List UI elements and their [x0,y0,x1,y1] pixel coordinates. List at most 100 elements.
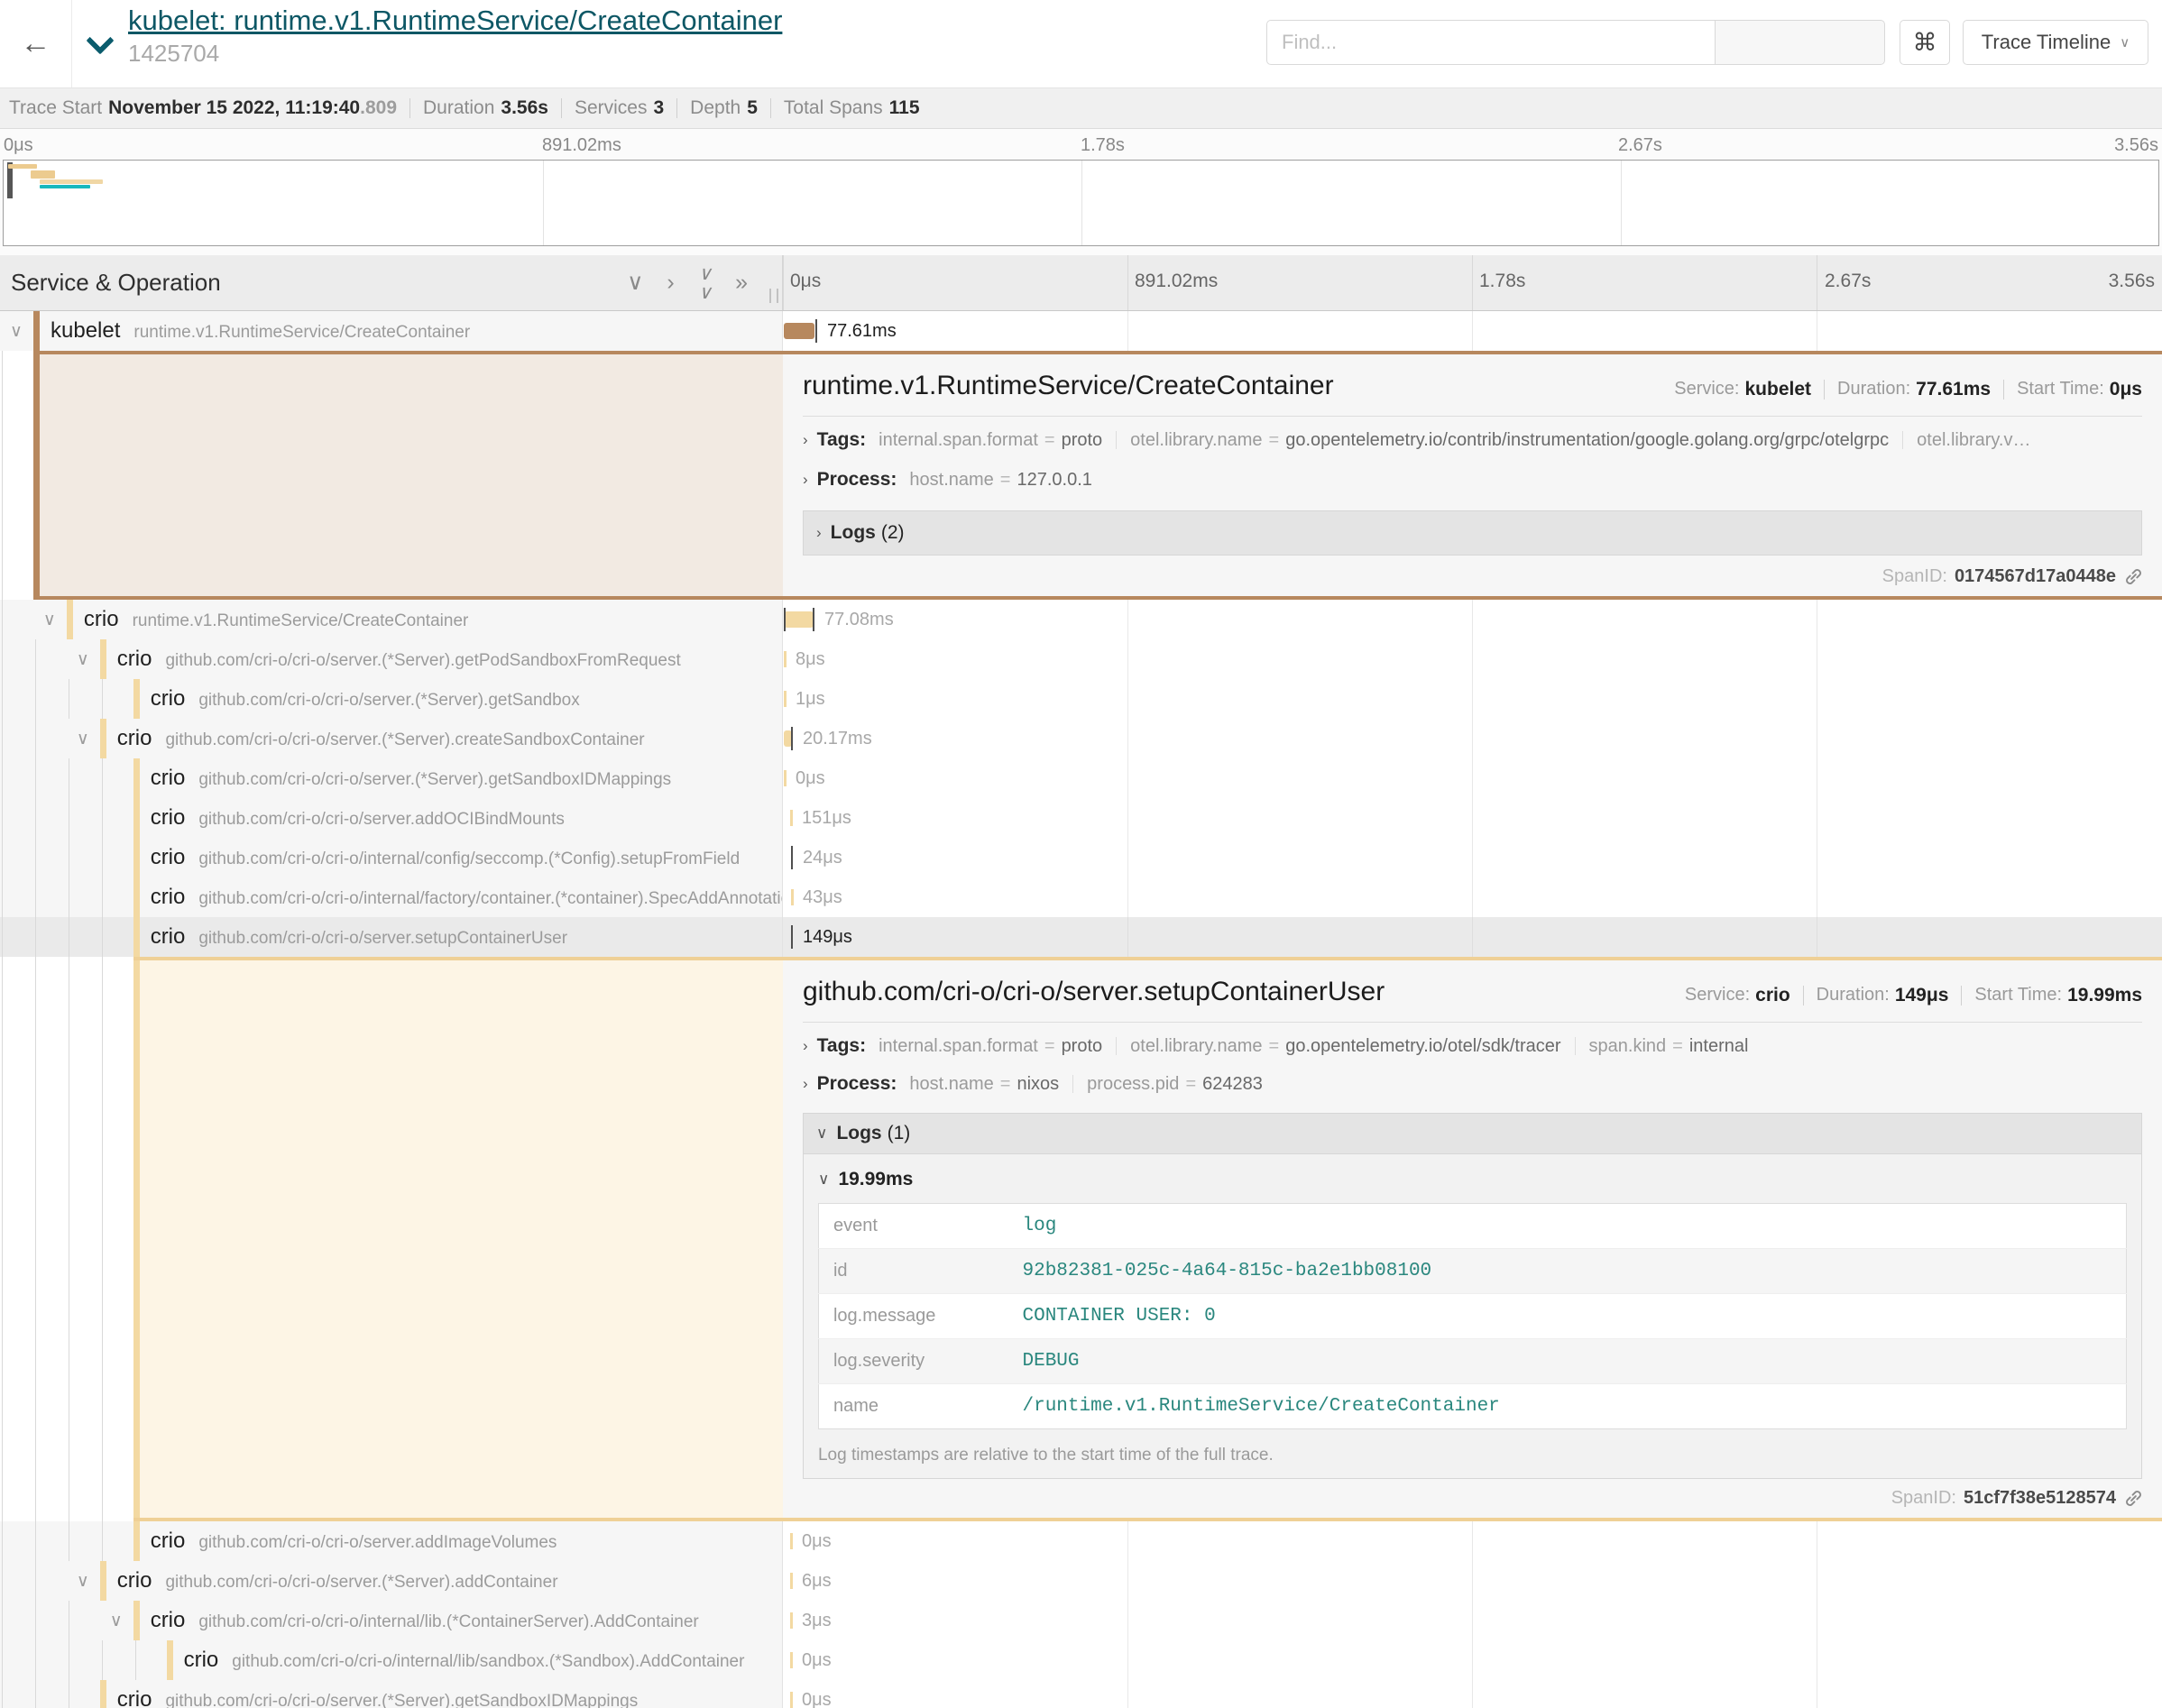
span-service-name: crio [117,647,152,671]
log-entry-accordion[interactable]: ∨ 19.99ms [818,1169,2127,1190]
start-time-label: Start Time: [1974,985,2062,1006]
chevron-down-icon: ∨ [816,1125,827,1143]
row-collapse-chevron-icon[interactable]: ∨ [40,600,60,639]
span-row[interactable]: criogithub.com/cri-o/cri-o/server.(*Serv… [0,1680,2162,1708]
span-row[interactable]: criogithub.com/cri-o/cri-o/server.addOCI… [0,798,2162,838]
span-operation-name: github.com/cri-o/cri-o/server.(*Server).… [198,691,579,710]
process-accordion[interactable]: › Process: host.name=127.0.0.1 [803,469,2142,491]
chevron-right-icon: › [803,1037,808,1055]
span-timeline-tick[interactable] [790,810,793,826]
log-field-row: log.messageCONTAINER USER: 0 [818,1294,2126,1339]
start-time-label: Start Time: [2017,379,2104,399]
span-row[interactable]: ∨criogithub.com/cri-o/cri-o/server.(*Ser… [0,1561,2162,1601]
minimap-span [40,179,103,184]
find-input[interactable] [1266,20,1716,65]
summary-value: November 15 2022, 11:19:40 [108,97,360,119]
copy-link-icon[interactable] [2123,566,2144,587]
span-row[interactable]: criogithub.com/cri-o/cri-o/internal/conf… [0,838,2162,877]
logs-accordion[interactable]: ∨ Logs (1) [803,1113,2142,1154]
log-marker-tick[interactable] [813,608,814,631]
logs-accordion[interactable]: › Logs (2) [803,510,2142,556]
span-timeline-tick[interactable] [790,1692,793,1708]
span-service-name: crio [151,805,186,830]
timeline-tick-label: 3.56s [2109,271,2155,292]
log-field-key: id [818,1249,1007,1294]
span-operation-name: runtime.v1.RuntimeService/CreateContaine… [133,323,470,342]
process-accordion[interactable]: › Process: host.name=nixosprocess.pid=62… [803,1073,2142,1095]
span-row[interactable]: criogithub.com/cri-o/cri-o/server.(*Serv… [0,679,2162,719]
logs-count: (1) [888,1123,911,1144]
span-timeline-tick[interactable] [790,1533,793,1549]
span-id-row: SpanID: 51cf7f38e5128574 [1891,1488,2144,1509]
tags-accordion[interactable]: › Tags: internal.span.format=protootel.l… [803,1035,2142,1057]
row-collapse-chevron-icon[interactable]: ∨ [73,1561,93,1601]
span-row[interactable]: ∨crioruntime.v1.RuntimeService/CreateCon… [0,600,2162,639]
span-timeline-tick[interactable] [784,691,787,707]
log-field-value: log [1007,1204,2126,1249]
span-timeline-tick[interactable] [790,1652,793,1668]
view-selector-dropdown[interactable]: Trace Timeline ∨ [1963,20,2148,65]
span-row[interactable]: criogithub.com/cri-o/cri-o/server.addIma… [0,1521,2162,1561]
span-operation-name: github.com/cri-o/cri-o/server.(*Server).… [165,730,644,749]
tags-accordion[interactable]: › Tags: internal.span.format=protootel.l… [803,429,2142,451]
span-timeline-bar[interactable] [784,611,814,628]
span-operation-name: github.com/cri-o/cri-o/internal/config/s… [198,849,740,868]
expand-one-icon[interactable]: › [667,271,674,294]
service-color-bar [100,639,106,679]
minimap-tick-label: 0μs [4,135,33,156]
log-field-value: CONTAINER USER: 0 [1007,1294,2126,1339]
span-row[interactable]: ∨criogithub.com/cri-o/cri-o/server.(*Ser… [0,719,2162,758]
row-collapse-chevron-icon[interactable]: ∨ [106,1601,126,1640]
column-resize-grip[interactable] [769,289,778,303]
duration-value: 77.61ms [1916,379,1991,400]
span-timeline-tick[interactable] [784,770,787,786]
collapse-all-icon[interactable]: ∨∨ [698,264,712,302]
duration-label: Duration: [1817,985,1890,1006]
span-timeline-tick[interactable] [791,889,794,905]
span-row[interactable]: criogithub.com/cri-o/cri-o/server.(*Serv… [0,758,2162,798]
span-duration-label: 77.61ms [827,311,897,351]
span-timeline-tick[interactable] [784,651,787,667]
span-row[interactable]: criogithub.com/cri-o/cri-o/server.setupC… [0,917,2162,957]
log-marker-tick[interactable] [791,846,793,869]
log-marker-tick[interactable] [791,727,793,750]
service-color-bar [133,758,140,798]
start-time-value: 19.99ms [2067,985,2142,1006]
minimap-span [40,185,90,188]
log-marker-tick[interactable] [784,608,786,631]
keyboard-shortcuts-button[interactable]: ⌘ [1900,20,1950,65]
span-row[interactable]: ∨criogithub.com/cri-o/cri-o/internal/lib… [0,1601,2162,1640]
span-duration-label: 0μs [802,1680,832,1708]
copy-link-icon[interactable] [2123,1488,2144,1509]
span-duration-label: 0μs [802,1640,832,1680]
back-button[interactable]: ← [0,0,72,87]
expand-all-icon[interactable]: » [735,271,748,294]
span-timeline-bar[interactable] [784,323,814,339]
minimap-span [31,170,55,179]
span-row[interactable]: criogithub.com/cri-o/cri-o/internal/lib/… [0,1640,2162,1680]
log-marker-tick[interactable] [791,925,793,949]
row-collapse-chevron-icon[interactable]: ∨ [73,639,93,679]
span-row[interactable]: ∨kubeletruntime.v1.RuntimeService/Create… [0,311,2162,351]
trace-title-chevron-icon[interactable] [86,26,114,54]
minimap-canvas[interactable] [3,160,2159,246]
service-label: Service: [1674,379,1739,399]
trace-title-link[interactable]: kubelet: runtime.v1.RuntimeService/Creat… [128,5,782,37]
collapse-one-icon[interactable]: ∨ [627,271,643,294]
span-timeline-tick[interactable] [790,1573,793,1589]
span-color-bar [133,960,140,1518]
span-row[interactable]: criogithub.com/cri-o/cri-o/internal/fact… [0,877,2162,917]
span-timeline-tick[interactable] [790,1612,793,1629]
service-color-bar [100,719,106,758]
span-service-name: crio [184,1648,219,1672]
logs-label: Logs [836,1123,881,1144]
span-id-value: 0174567d17a0448e [1955,566,2116,587]
row-collapse-chevron-icon[interactable]: ∨ [6,311,26,351]
minimap-span [8,164,37,169]
log-entry-timestamp: 19.99ms [838,1169,913,1190]
log-note: Log timestamps are relative to the start… [818,1446,2127,1465]
row-collapse-chevron-icon[interactable]: ∨ [73,719,93,758]
span-id-row: SpanID: 0174567d17a0448e [1882,566,2144,587]
span-row[interactable]: ∨criogithub.com/cri-o/cri-o/server.(*Ser… [0,639,2162,679]
log-marker-tick[interactable] [815,319,817,343]
